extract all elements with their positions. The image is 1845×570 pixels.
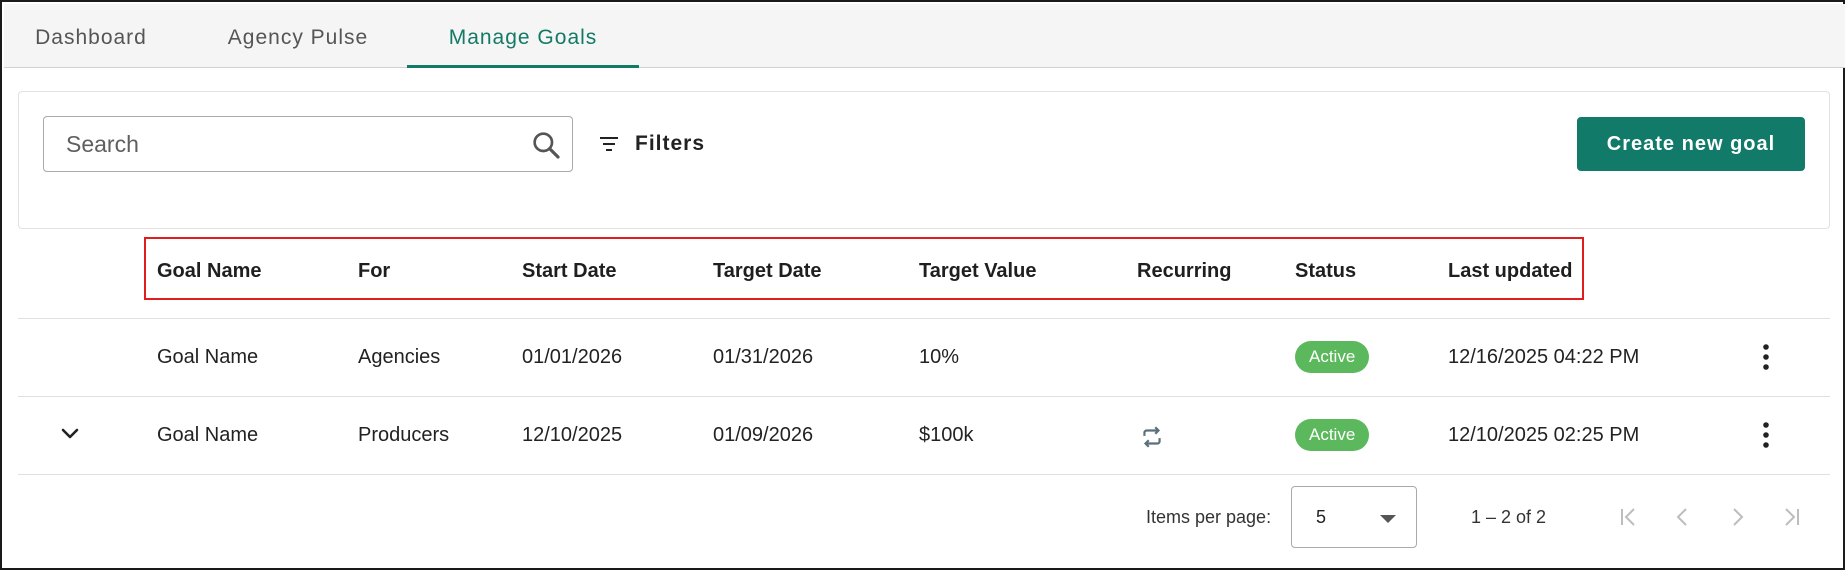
items-per-page-value: 5: [1316, 507, 1327, 527]
app-frame: Dashboard Agency Pulse Manage Goals Filt…: [0, 0, 1845, 570]
cell-for: Producers: [358, 424, 450, 446]
toolbar-card: Filters Create new goal: [18, 91, 1830, 229]
tab-manage-goals[interactable]: Manage Goals: [407, 4, 639, 68]
cell-start-date: 01/01/2026: [522, 346, 623, 368]
search-box: [43, 116, 573, 172]
items-per-page-label: Items per page:: [1146, 507, 1272, 527]
last-page-icon[interactable]: [1779, 505, 1803, 529]
chevron-left-icon[interactable]: [1671, 505, 1695, 529]
status-badge: Active: [1295, 341, 1370, 373]
create-new-goal-button[interactable]: Create new goal: [1577, 117, 1805, 171]
tab-bar: Dashboard Agency Pulse Manage Goals: [4, 4, 1845, 68]
search-input[interactable]: [66, 127, 506, 161]
dropdown-arrow-icon: [1380, 515, 1396, 523]
more-vertical-icon[interactable]: [1754, 342, 1778, 372]
cell-last-updated: 12/10/2025 02:25 PM: [1448, 424, 1640, 446]
chevron-right-icon[interactable]: [1725, 505, 1749, 529]
more-vertical-icon[interactable]: [1754, 420, 1778, 450]
filter-lines-icon: [600, 137, 618, 151]
chevron-down-icon[interactable]: [58, 422, 82, 446]
cell-goal-name: Goal Name: [157, 346, 259, 368]
cell-goal-name: Goal Name: [157, 424, 259, 446]
first-page-icon[interactable]: [1617, 505, 1641, 529]
filters-label: Filters: [635, 132, 706, 155]
status-badge: Active: [1295, 419, 1370, 451]
cell-target-date: 01/09/2026: [713, 424, 814, 446]
filters-button[interactable]: Filters: [597, 120, 705, 168]
tab-agency-pulse[interactable]: Agency Pulse: [222, 4, 374, 68]
tab-dashboard[interactable]: Dashboard: [30, 4, 152, 68]
items-per-page-select[interactable]: 5: [1291, 486, 1417, 548]
repeat-icon: [1143, 426, 1161, 448]
header-highlight-box: [144, 237, 1584, 300]
cell-last-updated: 12/16/2025 04:22 PM: [1448, 346, 1640, 368]
active-tab-indicator: [407, 65, 639, 68]
cell-target-date: 01/31/2026: [713, 346, 814, 368]
cell-target-value: $100k: [919, 424, 974, 446]
cell-target-value: 10%: [919, 346, 960, 368]
cell-start-date: 12/10/2025: [522, 424, 623, 446]
page-range-label: 1 – 2 of 2: [1471, 507, 1547, 527]
search-icon[interactable]: [530, 129, 562, 161]
cell-for: Agencies: [358, 346, 441, 368]
